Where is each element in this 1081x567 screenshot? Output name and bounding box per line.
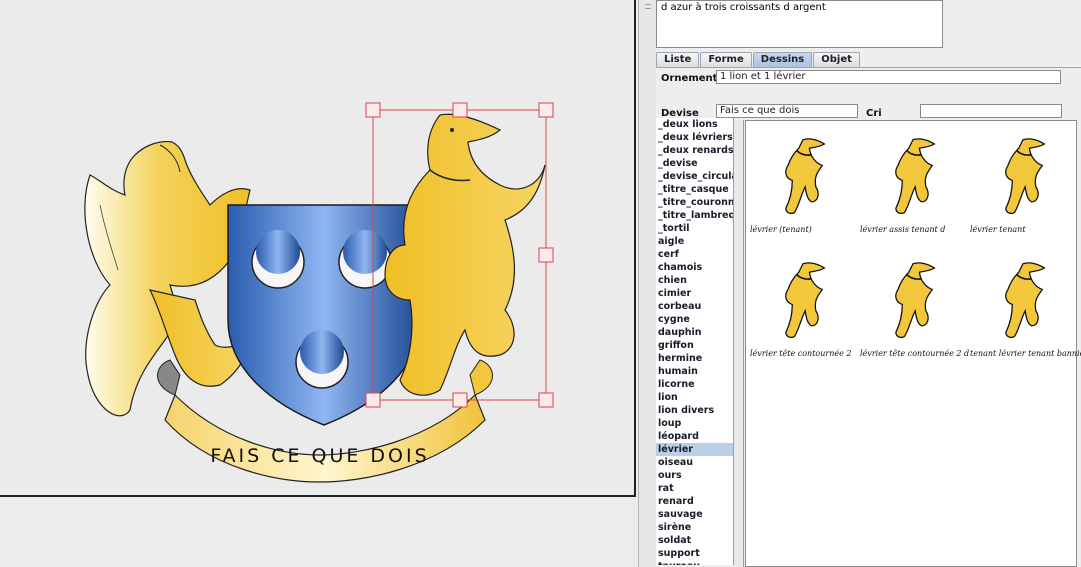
list-item[interactable]: aigle	[656, 235, 733, 248]
gallery-item[interactable]: tenant lévrier tenant bannière	[968, 253, 1081, 373]
split-pane-divider[interactable]	[638, 0, 656, 567]
gallery-item[interactable]: lévrier assis tenant d	[858, 129, 968, 249]
list-item[interactable]: loup	[656, 417, 733, 430]
list-item[interactable]: _tortil	[656, 222, 733, 235]
list-item[interactable]: lion	[656, 391, 733, 404]
motto-text: FAIS CE QUE DOIS	[210, 445, 429, 467]
tab-dessins[interactable]: Dessins	[752, 52, 813, 68]
gallery-caption: tenant lévrier tenant bannière	[970, 349, 1081, 358]
symbol-list[interactable]: _deux lions _deux lévriers _deux renards _d…	[656, 118, 734, 565]
list-item[interactable]: cygne	[656, 313, 733, 326]
greyhound-supporter[interactable]	[384, 113, 546, 396]
list-item[interactable]: chamois	[656, 261, 733, 274]
gallery-caption: lévrier (tenant)	[750, 225, 812, 234]
tab-bar: Liste Forme Dessins Objet	[656, 52, 861, 68]
gallery-item[interactable]: lévrier tête contournée 2 d	[858, 253, 970, 373]
gallery-caption: lévrier tenant	[970, 225, 1026, 234]
list-item[interactable]: _deux lions	[656, 118, 733, 131]
list-item[interactable]: sirène	[656, 521, 733, 534]
list-item[interactable]: soldat	[656, 534, 733, 547]
gallery-item[interactable]: lévrier tête contournée 2	[748, 253, 858, 373]
gallery-caption: lévrier assis tenant d	[860, 225, 946, 234]
list-item[interactable]: corbeau	[656, 300, 733, 313]
tab-forme[interactable]: Forme	[700, 52, 752, 68]
list-item[interactable]: ours	[656, 469, 733, 482]
list-item[interactable]: dauphin	[656, 326, 733, 339]
list-item[interactable]: griffon	[656, 339, 733, 352]
tab-liste[interactable]: Liste	[656, 52, 700, 68]
list-item[interactable]: renard	[656, 495, 733, 508]
list-scrollbar[interactable]	[734, 120, 744, 567]
blazon-textarea[interactable]: d azur à trois croissants d argent	[656, 0, 943, 48]
list-item[interactable]: sauvage	[656, 508, 733, 521]
coat-of-arms[interactable]: FAIS CE QUE DOIS	[0, 0, 636, 497]
ornements-label: Ornements	[661, 73, 724, 84]
drawing-canvas-area: FAIS CE QUE DOIS	[0, 0, 638, 567]
devise-field[interactable]: Fais ce que dois	[716, 104, 858, 118]
list-item[interactable]: hermine	[656, 352, 733, 365]
list-item[interactable]: _devise	[656, 157, 733, 170]
gallery-caption: lévrier tête contournée 2	[750, 349, 852, 358]
list-item[interactable]: _titre_lambrequin	[656, 209, 733, 222]
list-item[interactable]: cerf	[656, 248, 733, 261]
list-item[interactable]: support	[656, 547, 733, 560]
list-item[interactable]: _deux lévriers	[656, 131, 733, 144]
greyhound-tenant-icon	[1005, 138, 1046, 215]
greyhound-turned-head-dexter-icon	[895, 262, 936, 339]
list-item[interactable]: licorne	[656, 378, 733, 391]
list-item[interactable]: _titre_casque	[656, 183, 733, 196]
gallery-item[interactable]: lévrier (tenant)	[748, 129, 858, 249]
cri-label: Cri	[866, 108, 882, 119]
grip-icon	[645, 4, 651, 7]
list-item[interactable]: lion divers	[656, 404, 733, 417]
grip-icon	[645, 8, 651, 11]
greyhound-banner-icon	[1005, 262, 1046, 339]
greyhound-rampant-icon	[785, 138, 826, 215]
list-item[interactable]: rat	[656, 482, 733, 495]
list-item[interactable]: lévrier	[656, 443, 733, 456]
shield[interactable]	[227, 204, 421, 426]
gallery-item[interactable]: lévrier tenant	[968, 129, 1078, 249]
list-item[interactable]: _deux renards	[656, 144, 733, 157]
tab-underline	[656, 67, 1081, 68]
properties-panel: d azur à trois croissants d argent Liste…	[656, 0, 1081, 567]
ornements-field[interactable]: 1 lion et 1 lévrier	[716, 70, 1061, 84]
list-item[interactable]: _devise_circulaire	[656, 170, 733, 183]
drawing-gallery: lévrier (tenant) lévrier assis tenant d lé…	[745, 120, 1081, 567]
list-item[interactable]: léopard	[656, 430, 733, 443]
tab-objet[interactable]: Objet	[813, 52, 860, 68]
greyhound-sitting-icon	[895, 138, 936, 215]
greyhound-turned-head-icon	[785, 262, 826, 339]
cri-field[interactable]	[920, 104, 1062, 118]
list-item[interactable]: cimier	[656, 287, 733, 300]
gallery-caption: lévrier tête contournée 2 d	[860, 349, 970, 358]
list-item[interactable]: taureau	[656, 560, 733, 565]
list-item[interactable]: humain	[656, 365, 733, 378]
list-item[interactable]: _titre_couronne	[656, 196, 733, 209]
list-item[interactable]: chien	[656, 274, 733, 287]
list-item[interactable]: oiseau	[656, 456, 733, 469]
